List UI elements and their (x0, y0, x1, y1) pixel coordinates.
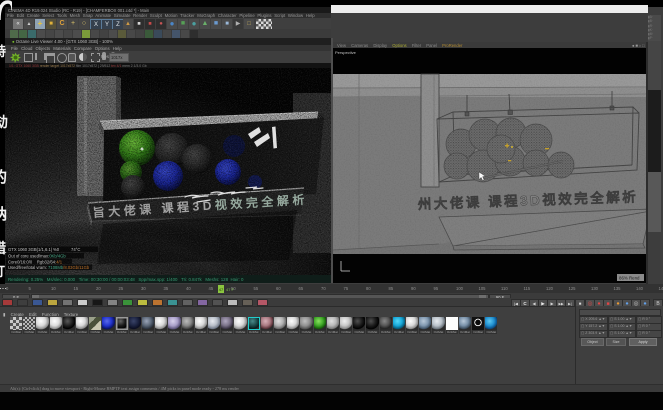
svg-text:%0: %0 (53, 247, 60, 252)
svg-text:86% Rend: 86% Rend (619, 275, 640, 280)
svg-text:Out of core used/max:0Kb/4Gb: Out of core used/max:0Kb/4Gb (8, 254, 66, 259)
svg-text:Rendering: 0.25% Ms/slec: 0.: Rendering: 0.25% Ms/slec: 0.000 Time: 00… (8, 277, 244, 282)
svg-text:74°C: 74°C (71, 247, 80, 252)
svg-text:Perspective: Perspective (335, 50, 357, 55)
svg-text:GTX 1060 3GB(1/1,6.1): GTX 1060 3GB(1/1,6.1) (8, 247, 53, 252)
svg-text:Core0/16:0/0 Rgb32/64:4/1: Core0/16:0/0 Rgb32/64:4/1 (8, 259, 63, 264)
svg-text:Used/free/total vram: 7108Mb/8: Used/free/total vram: 7108Mb/8.03Gb/11Gb (8, 265, 90, 270)
